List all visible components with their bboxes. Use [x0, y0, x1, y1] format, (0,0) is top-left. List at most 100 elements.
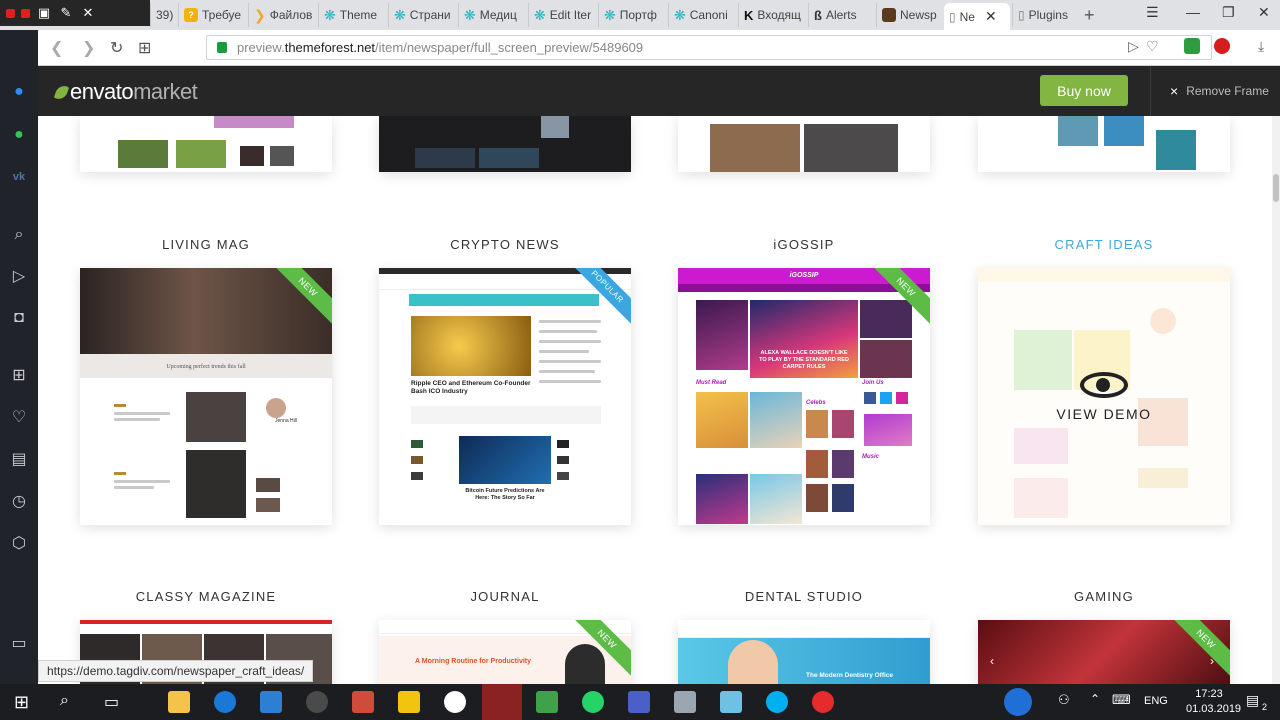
extension-icon[interactable] [1184, 38, 1200, 54]
browser-tab[interactable]: ❋ Страни [388, 3, 456, 27]
envato-logo[interactable]: envato market [53, 79, 198, 105]
camera-icon[interactable]: ▣ [36, 5, 52, 21]
camera-icon[interactable]: ◘ [9, 308, 29, 328]
messenger-icon[interactable]: ● [9, 82, 29, 102]
record-icon[interactable] [6, 8, 15, 18]
windows-start-icon[interactable]: ⊞ [14, 692, 29, 713]
demo-title[interactable]: GAMING [978, 589, 1230, 604]
demo-thumbnail[interactable] [379, 116, 631, 172]
browser-tab[interactable]: ❋ Edit Iter [528, 3, 596, 27]
opera-active-icon[interactable] [482, 684, 522, 720]
tab-close-icon[interactable]: ✕ [985, 8, 997, 25]
drive-icon[interactable] [398, 691, 420, 713]
browser-tab[interactable]: ß Alerts [808, 3, 874, 27]
browser-tab[interactable]: K Входящ [738, 3, 806, 27]
demo-thumbnail-gaming[interactable]: ‹ › NEW [978, 620, 1230, 684]
browser-tab[interactable]: 39) [150, 3, 176, 27]
demo-thumbnail-dental-studio[interactable]: The Modern Dentistry Office [678, 620, 930, 684]
browser-tab[interactable]: ? Требуе [178, 3, 246, 27]
people-icon[interactable]: ⚇ [1058, 692, 1070, 708]
app-icon[interactable] [536, 691, 558, 713]
browser-tab-active[interactable]: ▯ Ne ✕ [944, 3, 1010, 30]
demo-thumbnail-igossip[interactable]: iGOSSIP ALEXA WALLACE DOESN'T LIKE TO PL… [678, 268, 930, 525]
extensions-cube-icon[interactable]: ⬡ [9, 534, 29, 554]
recorder-extension-icon[interactable] [1214, 38, 1230, 54]
buy-now-button[interactable]: Buy now [1040, 75, 1128, 106]
browser-tab[interactable]: ❋ Медиц [458, 3, 526, 27]
demo-title[interactable]: iGOSSIP [678, 237, 930, 252]
demo-thumbnail-crypto-news[interactable]: Ripple CEO and Ethereum Co-Founder Bash … [379, 268, 631, 525]
speed-dial-icon[interactable]: ⊞ [9, 366, 29, 386]
speed-dial-icon[interactable]: ⊞ [138, 38, 151, 58]
browser-tab[interactable]: ❋ Портф [598, 3, 666, 27]
thumb-image [710, 124, 800, 172]
reload-icon[interactable]: ↻ [110, 38, 123, 58]
browser-tab[interactable]: ❋ Theme [318, 3, 386, 27]
view-demo-overlay[interactable]: VIEW DEMO [978, 268, 1230, 525]
demo-title[interactable]: JOURNAL [379, 589, 631, 604]
vk-icon[interactable]: vk [9, 167, 29, 187]
news-icon[interactable]: ▤ [9, 450, 29, 470]
demo-thumbnail[interactable] [978, 116, 1230, 172]
whatsapp-icon[interactable]: ● [9, 125, 29, 145]
sidebar-toggle-icon[interactable]: ▭ [9, 634, 29, 654]
download-icon[interactable]: ⤓ [1258, 38, 1264, 55]
history-icon[interactable]: ◷ [9, 492, 29, 512]
help-icon[interactable] [1004, 688, 1032, 716]
stop-icon[interactable] [21, 8, 30, 18]
save-icon[interactable] [628, 691, 650, 713]
tab-label: Edit Iter [549, 8, 592, 22]
browser-tab[interactable]: ▯ Plugins [1012, 3, 1078, 27]
tab-menu-icon[interactable]: ☰ [1146, 4, 1159, 21]
app-icon[interactable] [674, 691, 696, 713]
browser-tab[interactable]: ❯ Файлов [248, 3, 316, 27]
minimize-icon[interactable]: — [1186, 4, 1200, 20]
language-indicator[interactable]: ENG [1144, 695, 1168, 707]
app-icon[interactable] [306, 691, 328, 713]
store-icon[interactable] [260, 691, 282, 713]
window-close-icon[interactable]: ✕ [1258, 4, 1270, 21]
forward-icon[interactable]: ❯ [82, 38, 95, 58]
demo-thumbnail-living-mag[interactable]: Upcoming perfect trends this fall Jenna … [80, 268, 332, 525]
demo-thumbnail-journal[interactable]: A Morning Routine for Productivity NEW [379, 620, 631, 684]
tray-chevron-icon[interactable]: ⌃ [1090, 692, 1100, 706]
search-icon[interactable]: ⌕ [60, 692, 69, 710]
send-icon[interactable]: ▷ [1128, 38, 1139, 55]
skype-icon[interactable] [766, 691, 788, 713]
bookmark-heart-icon[interactable]: ♡ [1146, 38, 1159, 55]
demo-title[interactable]: CRYPTO NEWS [379, 237, 631, 252]
notification-icon[interactable]: ▤ [1246, 692, 1259, 709]
whatsapp-icon[interactable] [582, 691, 604, 713]
demo-thumbnail[interactable] [678, 116, 930, 172]
hp-icon[interactable] [444, 691, 466, 713]
new-tab-button[interactable]: + [1084, 5, 1095, 26]
send-icon[interactable]: ▷ [9, 267, 29, 287]
demo-title[interactable]: CLASSY MAGAZINE [80, 589, 332, 604]
task-view-icon[interactable]: ▭ [104, 692, 119, 712]
keyboard-icon[interactable]: ⌨ [1112, 692, 1131, 708]
demo-title-hovered[interactable]: CRAFT IDEAS [978, 237, 1230, 252]
pen-icon[interactable]: ✎ [58, 5, 74, 21]
demo-title[interactable]: DENTAL STUDIO [678, 589, 930, 604]
demo-title[interactable]: LIVING MAG [80, 237, 332, 252]
heart-icon[interactable]: ♡ [9, 408, 29, 428]
restore-icon[interactable]: ❐ [1222, 4, 1235, 21]
search-icon[interactable]: ⌕ [9, 225, 29, 245]
app-icon[interactable] [720, 691, 742, 713]
browser-tab[interactable]: ❋ Canoni [668, 3, 736, 27]
recorder-icon[interactable] [812, 691, 834, 713]
url-bar[interactable]: preview. themeforest.net/item/newspaper/f… [206, 35, 1212, 60]
close-icon[interactable]: ✕ [80, 5, 96, 21]
app-icon[interactable] [352, 691, 374, 713]
clock[interactable]: 17:23 01.03.2019 [1186, 687, 1241, 717]
demo-thumbnail-craft-ideas[interactable]: VIEW DEMO [978, 268, 1230, 525]
scrollbar-thumb[interactable] [1273, 174, 1279, 202]
remove-frame-button[interactable]: × Remove Frame [1170, 83, 1269, 99]
browser-tab[interactable]: Newsp [876, 3, 942, 27]
page-scrollbar[interactable] [1272, 116, 1280, 684]
file-explorer-icon[interactable] [168, 691, 190, 713]
demo-thumbnail[interactable] [80, 116, 332, 172]
back-icon[interactable]: ❮ [50, 38, 63, 58]
lead-headline: Ripple CEO and Ethereum Co-Founder Bash … [411, 380, 531, 395]
edge-icon[interactable] [214, 691, 236, 713]
